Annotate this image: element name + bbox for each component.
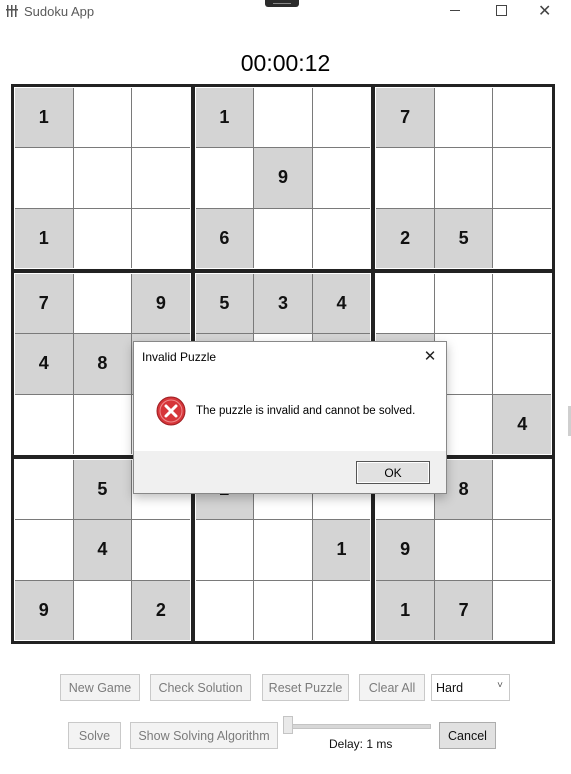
- sudoku-cell[interactable]: 7: [376, 88, 434, 148]
- sudoku-cell[interactable]: 7: [15, 274, 73, 334]
- sudoku-cell[interactable]: [195, 580, 254, 640]
- sudoku-cell[interactable]: 9: [15, 580, 73, 640]
- sudoku-cell[interactable]: [254, 580, 312, 640]
- sudoku-cell[interactable]: 5: [434, 208, 493, 268]
- check-solution-button[interactable]: Check Solution: [150, 674, 251, 701]
- maximize-button[interactable]: [479, 0, 523, 22]
- sudoku-cell[interactable]: 9: [132, 274, 190, 334]
- sudoku-cell[interactable]: 2: [132, 580, 190, 640]
- sudoku-cell[interactable]: [195, 520, 254, 580]
- sudoku-cell[interactable]: 1: [15, 208, 73, 268]
- sudoku-cell[interactable]: [434, 88, 493, 148]
- sudoku-cell[interactable]: [434, 148, 493, 208]
- sudoku-box: 7 25: [375, 87, 552, 269]
- title-bar: Sudoku App ✕: [0, 0, 571, 22]
- sudoku-cell[interactable]: 2: [376, 208, 434, 268]
- sudoku-cell[interactable]: [15, 520, 73, 580]
- dialog-footer: OK: [134, 451, 446, 493]
- sudoku-cell[interactable]: [132, 208, 190, 268]
- sudoku-cell[interactable]: 4: [493, 394, 551, 454]
- delay-label: Delay: 1 ms: [329, 737, 393, 751]
- invalid-puzzle-dialog: Invalid Puzzle ✕ The puzzle is invalid a…: [133, 341, 447, 494]
- sudoku-cell[interactable]: [15, 460, 73, 520]
- ok-button[interactable]: OK: [356, 461, 430, 484]
- sudoku-cell[interactable]: 1: [15, 88, 73, 148]
- sudoku-cell[interactable]: [254, 520, 312, 580]
- sudoku-cell[interactable]: [376, 274, 434, 334]
- window-title: Sudoku App: [24, 4, 95, 19]
- sudoku-cell[interactable]: [132, 148, 190, 208]
- timer: 00:00:12: [240, 50, 331, 76]
- chevron-down-icon: ˅: [497, 680, 503, 691]
- show-solving-algorithm-button[interactable]: Show Solving Algorithm: [130, 722, 278, 749]
- sudoku-cell[interactable]: 1: [195, 88, 254, 148]
- sudoku-cell[interactable]: 5: [195, 274, 254, 334]
- sudoku-cell[interactable]: [434, 274, 493, 334]
- sudoku-cell[interactable]: 5: [73, 460, 132, 520]
- sudoku-cell[interactable]: [312, 148, 371, 208]
- minimize-button[interactable]: [434, 0, 478, 22]
- sudoku-cell[interactable]: 3: [254, 274, 312, 334]
- sudoku-cell[interactable]: [73, 580, 132, 640]
- sudoku-cell[interactable]: [73, 88, 132, 148]
- sudoku-cell[interactable]: [312, 88, 371, 148]
- sudoku-cell[interactable]: [73, 394, 132, 454]
- delay-slider-track[interactable]: [286, 724, 431, 729]
- sudoku-cell[interactable]: 6: [195, 208, 254, 268]
- sudoku-cell[interactable]: [493, 148, 551, 208]
- sudoku-cell[interactable]: [132, 520, 190, 580]
- sudoku-cell[interactable]: [493, 580, 551, 640]
- sudoku-cell[interactable]: [493, 274, 551, 334]
- sudoku-cell[interactable]: 9: [254, 148, 312, 208]
- close-icon: ✕: [538, 3, 552, 20]
- drag-handle[interactable]: [265, 0, 299, 7]
- difficulty-select[interactable]: Hard ˅: [431, 674, 510, 701]
- sudoku-box: 11: [14, 87, 191, 269]
- dialog-message: The puzzle is invalid and cannot be solv…: [196, 405, 416, 417]
- sudoku-cell[interactable]: [15, 148, 73, 208]
- sudoku-cell[interactable]: [73, 208, 132, 268]
- sudoku-cell[interactable]: [434, 520, 493, 580]
- sudoku-cell[interactable]: 4: [73, 520, 132, 580]
- sudoku-cell[interactable]: [73, 148, 132, 208]
- sudoku-cell[interactable]: 4: [312, 274, 371, 334]
- sudoku-cell[interactable]: [493, 520, 551, 580]
- sudoku-cell[interactable]: 9: [376, 520, 434, 580]
- dialog-title: Invalid Puzzle: [142, 350, 217, 364]
- sudoku-cell[interactable]: [376, 148, 434, 208]
- solve-button[interactable]: Solve: [68, 722, 121, 749]
- sudoku-cell[interactable]: [493, 88, 551, 148]
- sudoku-cell[interactable]: [132, 88, 190, 148]
- sudoku-cell[interactable]: [254, 208, 312, 268]
- dialog-close-button[interactable]: ✕: [422, 347, 438, 365]
- sudoku-cell[interactable]: [493, 334, 551, 394]
- sudoku-box: 196: [194, 87, 372, 269]
- sudoku-cell[interactable]: 7: [434, 580, 493, 640]
- sudoku-cell[interactable]: 8: [73, 334, 132, 394]
- close-window-button[interactable]: ✕: [524, 0, 568, 22]
- sudoku-cell[interactable]: [195, 148, 254, 208]
- sudoku-cell[interactable]: [312, 580, 371, 640]
- sudoku-cell[interactable]: 1: [376, 580, 434, 640]
- clear-all-button[interactable]: Clear All: [359, 674, 425, 701]
- sudoku-cell[interactable]: [73, 274, 132, 334]
- difficulty-value: Hard: [436, 681, 464, 695]
- new-game-button[interactable]: New Game: [60, 674, 140, 701]
- sudoku-cell[interactable]: 4: [15, 334, 73, 394]
- sudoku-cell[interactable]: [493, 208, 551, 268]
- sudoku-cell[interactable]: 1: [312, 520, 371, 580]
- sudoku-cell[interactable]: [15, 394, 73, 454]
- sudoku-cell[interactable]: [493, 460, 551, 520]
- app-icon: [6, 5, 18, 17]
- cancel-button[interactable]: Cancel: [439, 722, 496, 749]
- delay-slider-thumb[interactable]: [283, 716, 293, 734]
- sudoku-cell[interactable]: [254, 88, 312, 148]
- error-icon: [156, 396, 186, 426]
- reset-puzzle-button[interactable]: Reset Puzzle: [262, 674, 349, 701]
- sudoku-cell[interactable]: [312, 208, 371, 268]
